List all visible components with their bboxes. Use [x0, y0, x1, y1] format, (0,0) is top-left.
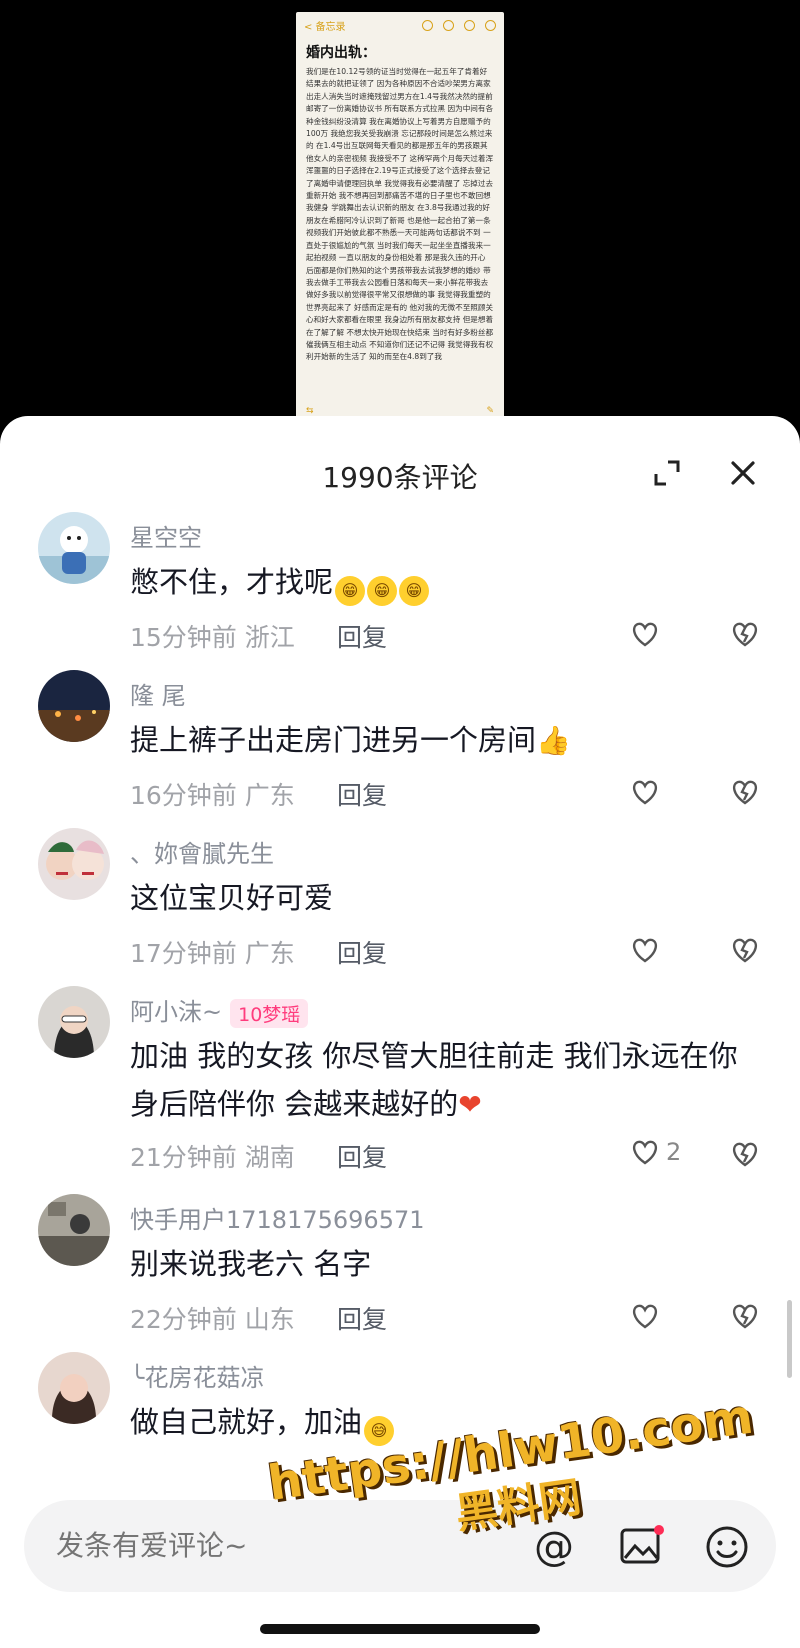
- comment-input[interactable]: [54, 1528, 458, 1563]
- comment-username[interactable]: 隆 尾: [130, 676, 186, 711]
- comment-text: 加油 我的女孩 你尽管大胆往前走 我们永远在你身后陪伴你 会越来越好的❤: [130, 1032, 750, 1129]
- thumbs-up-emoji: 👍: [536, 724, 571, 757]
- like-heart-icon[interactable]: [630, 620, 660, 648]
- comment-username[interactable]: ╰花房花菇凉: [130, 1358, 264, 1393]
- emoji-picker-icon[interactable]: [704, 1524, 750, 1570]
- comment-region: 浙江: [244, 623, 295, 652]
- comment-region: 广东: [244, 781, 295, 810]
- comment-meta: 17分钟前 广东: [130, 934, 295, 970]
- comments-panel: 1990条评论 星空空 憋不住，才找呢 😁 😁 😁 15分钟前 浙江 回复 隆 尾 提…: [0, 416, 800, 1648]
- comment-text: 提上裤子出走房门进另一个房间👍: [130, 716, 750, 765]
- comment-username[interactable]: 星空空: [130, 518, 202, 553]
- comment-username-text: 阿小沫~: [130, 998, 223, 1026]
- comment-meta: 22分钟前 山东: [130, 1300, 295, 1336]
- sweat-smile-emoji: 😅: [364, 1416, 395, 1446]
- comment-meta: 15分钟前 浙江: [130, 618, 295, 654]
- comment-item: 星空空 憋不住，才找呢 😁 😁 😁 15分钟前 浙江 回复: [0, 512, 800, 662]
- avatar[interactable]: [38, 512, 110, 584]
- comment-text-body: 憋不住，才找呢: [130, 565, 334, 599]
- comment-text: 憋不住，才找呢 😁 😁 😁: [130, 558, 750, 606]
- comment-text-body: 加油 我的女孩 你尽管大胆往前走 我们永远在你身后陪伴你 会越来越好的: [130, 1039, 738, 1121]
- at-mention-icon[interactable]: @: [534, 1524, 574, 1570]
- dislike-broken-heart-icon[interactable]: [730, 778, 760, 806]
- comment-item: 阿小沫~ 10梦瑶 加油 我的女孩 你尽管大胆往前走 我们永远在你身后陪伴你 会越…: [0, 986, 800, 1186]
- comments-scrollbar[interactable]: [787, 1300, 792, 1378]
- notes-title: 婚内出轨：: [306, 45, 376, 61]
- notes-back-label: < 备忘录: [304, 21, 346, 33]
- notes-toolbar-icons: [422, 19, 496, 31]
- comment-item: 快手用户1718175696571 别来说我老六 名字 22分钟前 山东 回复: [0, 1194, 800, 1344]
- comment-input-container[interactable]: @: [24, 1500, 776, 1592]
- notes-footer-left: ⇆: [306, 406, 314, 416]
- avatar[interactable]: [38, 1194, 110, 1266]
- comment-time: 22分钟前: [130, 1305, 237, 1334]
- reply-button[interactable]: 回复: [337, 1138, 387, 1174]
- comment-region: 山东: [244, 1305, 295, 1334]
- dislike-broken-heart-icon[interactable]: [730, 1302, 760, 1330]
- comment-time: 21分钟前: [130, 1143, 237, 1172]
- comment-username[interactable]: 快手用户1718175696571: [130, 1200, 425, 1235]
- like-heart-icon[interactable]: [630, 778, 660, 806]
- comment-text: 这位宝贝好可爱: [130, 881, 334, 915]
- notes-footer-right: ✎: [486, 406, 494, 416]
- comment-time: 15分钟前: [130, 623, 237, 652]
- comment-time: 16分钟前: [130, 781, 237, 810]
- grin-emoji: 😁: [335, 576, 366, 606]
- comment-region: 湖南: [244, 1143, 295, 1172]
- expand-icon[interactable]: [652, 458, 682, 488]
- comment-text: 别来说我老六 名字: [130, 1247, 372, 1281]
- reply-button[interactable]: 回复: [337, 1300, 387, 1336]
- dislike-broken-heart-icon[interactable]: [730, 620, 760, 648]
- reply-button[interactable]: 回复: [337, 934, 387, 970]
- more-icon: [485, 19, 496, 31]
- notes-screenshot: < 备忘录 婚内出轨： 我们是在10.12号领的证当时觉得在一起五年了肯着好结果…: [296, 12, 504, 422]
- like-heart-icon[interactable]: [630, 1302, 660, 1330]
- notes-body: 我们是在10.12号领的证当时觉得在一起五年了肯着好结果去的就把证领了 因为各种…: [306, 67, 494, 362]
- comment-region: 广东: [244, 939, 295, 968]
- comment-meta: 16分钟前 广东: [130, 776, 295, 812]
- share-icon: [464, 19, 475, 31]
- avatar[interactable]: [38, 828, 110, 900]
- image-picker-icon[interactable]: [619, 1524, 665, 1566]
- avatar[interactable]: [38, 1352, 110, 1424]
- comment-item: ╰花房花菇凉 做自己就好，加油 😅: [0, 1352, 800, 1452]
- avatar[interactable]: [38, 670, 110, 742]
- comment-text-body: 提上裤子出走房门进另一个房间: [130, 723, 537, 757]
- close-icon[interactable]: [728, 458, 758, 488]
- red-heart-emoji: ❤: [458, 1088, 482, 1121]
- home-indicator[interactable]: [260, 1624, 540, 1634]
- comments-header: 1990条评论: [0, 416, 800, 516]
- like-heart-icon: [632, 1140, 658, 1165]
- comment-time: 17分钟前: [130, 939, 237, 968]
- grin-emoji: 😁: [399, 576, 430, 606]
- grin-emoji: 😁: [367, 576, 398, 606]
- avatar[interactable]: [38, 986, 110, 1058]
- reply-button[interactable]: 回复: [337, 776, 387, 812]
- comment-username[interactable]: 、妳會膩先生: [130, 834, 274, 869]
- video-area[interactable]: < 备忘录 婚内出轨： 我们是在10.12号领的证当时觉得在一起五年了肯着好结果…: [0, 0, 800, 430]
- comment-text: 做自己就好，加油 😅: [130, 1398, 750, 1446]
- notes-toolbar: < 备忘录: [296, 12, 504, 38]
- redo-icon: [443, 19, 454, 31]
- comment-text-body: 做自己就好，加油: [130, 1405, 363, 1439]
- like-button[interactable]: 2: [630, 1138, 681, 1166]
- comment-username[interactable]: 阿小沫~ 10梦瑶: [130, 992, 309, 1028]
- undo-icon: [422, 19, 433, 31]
- like-heart-icon[interactable]: [630, 936, 660, 964]
- dislike-broken-heart-icon[interactable]: [730, 1140, 760, 1168]
- comment-input-bar: @: [0, 1480, 800, 1648]
- fan-level-badge: 10梦瑶: [230, 998, 309, 1028]
- like-count: 2: [666, 1138, 682, 1166]
- comment-meta: 21分钟前 湖南: [130, 1138, 295, 1174]
- comment-item: 、妳會膩先生 这位宝贝好可爱 17分钟前 广东 回复: [0, 828, 800, 978]
- comment-item: 隆 尾 提上裤子出走房门进另一个房间👍 16分钟前 广东 回复: [0, 670, 800, 820]
- dislike-broken-heart-icon[interactable]: [730, 936, 760, 964]
- reply-button[interactable]: 回复: [337, 618, 387, 654]
